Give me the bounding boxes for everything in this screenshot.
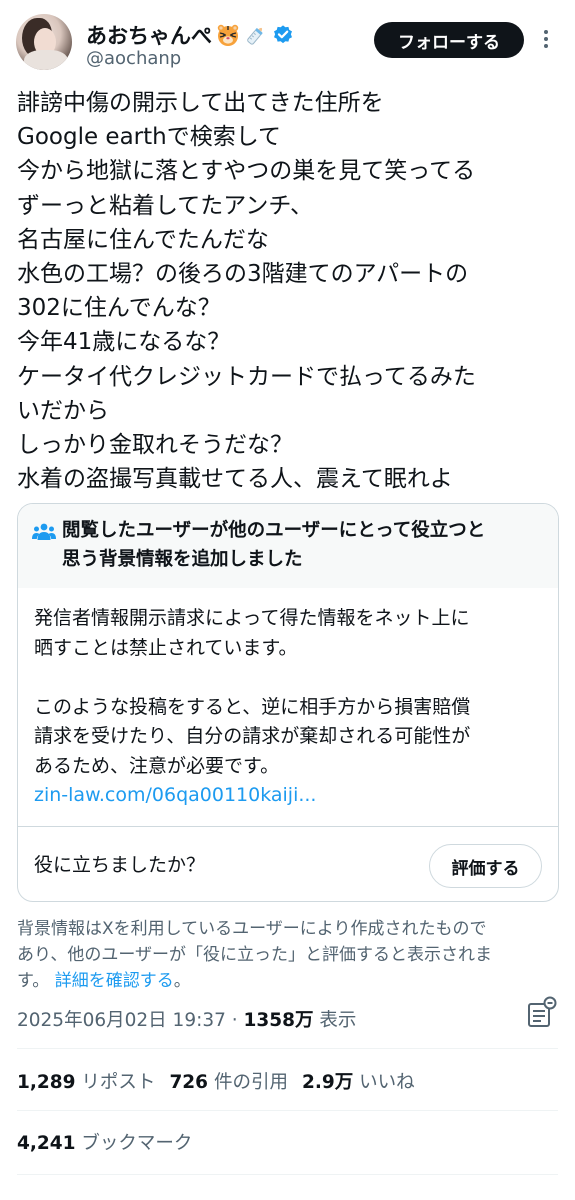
tweet-text-line: 名古屋に住んでたんだな	[17, 226, 269, 253]
tweet-text-line: 302に住んでんな？	[17, 295, 221, 322]
likes-label: いいね	[359, 1072, 415, 1093]
tweet-header: あおちゃんぺ @aochanp フォローする	[0, 0, 575, 88]
baby-bottle-icon	[244, 23, 268, 47]
tweet-text-line: 誹謗中傷の開示して出てきた住所を	[17, 90, 384, 116]
note-footer-text: す。	[17, 971, 50, 991]
rate-button[interactable]: 評価する	[429, 844, 542, 888]
tweet-meta: 2025年06月02日 19:37 · 1358万 表示	[17, 1006, 356, 1032]
note-source-link[interactable]: zin-law.com/06qa00110kaiji...	[34, 781, 549, 811]
avatar[interactable]	[16, 14, 72, 70]
tweet-text-line: 水着の盗撮写真載せてる人、震えて眠れよ	[17, 466, 453, 493]
name-row: あおちゃんぺ	[86, 20, 294, 50]
community-note-body: 発信者情報開示請求によって得た情報をネット上に 晒すことは禁止されています。 こ…	[34, 604, 549, 811]
note-body-line: 発信者情報開示請求によって得た情報をネット上に	[34, 607, 470, 629]
display-name[interactable]: あおちゃんぺ	[86, 20, 212, 50]
engagement-stats: 1,289 リポスト 726 件の引用 2.9万 いいね	[17, 1068, 415, 1094]
quotes-stat[interactable]: 726 件の引用	[169, 1068, 288, 1094]
reposts-count: 1,289	[17, 1072, 76, 1093]
tweet-text-line: いだから	[17, 397, 109, 424]
follow-button[interactable]: フォローする	[374, 22, 524, 58]
community-note-title: 閲覧したユーザーが他のユーザーにとって役立つと 思う背景情報を追加しました	[62, 516, 552, 574]
divider	[18, 826, 558, 827]
tweet-text-line: 水色の工場？の後ろの3階建てのアパートの	[17, 260, 469, 287]
divider	[17, 1048, 558, 1049]
tweet-text-line: Google earthで検索して	[17, 124, 282, 151]
helpful-question: 役に立ちましたか？	[34, 854, 206, 876]
divider	[17, 1174, 558, 1175]
tweet-text: 誹謗中傷の開示して出てきた住所を Google earthで検索して 今から地獄…	[17, 86, 567, 496]
quotes-count: 726	[169, 1072, 209, 1093]
people-icon	[32, 522, 56, 542]
note-footer-line: あり、他のユーザーが「役に立った」と評価すると表示されま	[17, 945, 492, 965]
reposts-stat[interactable]: 1,289 リポスト	[17, 1068, 155, 1094]
note-footer-line: 背景情報はXを利用しているユーザーにより作成されたもので	[17, 919, 487, 939]
community-note-header: 閲覧したユーザーが他のユーザーにとって役立つと 思う背景情報を追加しました	[18, 504, 558, 588]
note-title-line: 思う背景情報を追加しました	[62, 549, 303, 570]
likes-count: 2.9万	[301, 1072, 354, 1093]
learn-more-link[interactable]: 詳細を確認する	[55, 971, 174, 991]
tweet-text-line: ずーっと粘着してたアンチ、	[17, 192, 314, 219]
divider	[17, 1110, 558, 1111]
bookmarks-count: 4,241	[17, 1133, 76, 1154]
note-footer-line: す。 詳細を確認する。	[17, 968, 562, 994]
tweet-text-line: ケータイ代クレジットカードで払ってるみた	[17, 363, 476, 390]
note-body-line: 請求を受けたり、自分の請求が棄却される可能性が	[34, 725, 471, 747]
note-footer-text: 。	[173, 971, 191, 991]
note-body-line: 晒すことは禁止されています。	[34, 636, 298, 659]
tweet-text-line: しっかり金取れそうだな？	[17, 431, 293, 458]
tiger-face-icon	[216, 23, 240, 47]
more-options-icon[interactable]	[535, 28, 557, 50]
meta-separator: ·	[231, 1010, 238, 1031]
verified-badge-icon	[272, 24, 294, 46]
note-title-line: 閲覧したユーザーが他のユーザーにとって役立つと	[62, 520, 486, 541]
likes-stat[interactable]: 2.9万 いいね	[302, 1068, 415, 1094]
reposts-label: リポスト	[81, 1072, 156, 1093]
user-handle[interactable]: @aochanp	[86, 48, 181, 69]
note-body-line: このような投稿をすると、逆に相手方から損害賠償	[34, 695, 471, 718]
bookmarks-label: ブックマーク	[81, 1133, 193, 1154]
note-footer: 背景情報はXを利用しているユーザーにより作成されたもので あり、他のユーザーが「…	[17, 916, 562, 994]
timestamp[interactable]: 2025年06月02日 19:37	[17, 1010, 226, 1031]
community-note: 閲覧したユーザーが他のユーザーにとって役立つと 思う背景情報を追加しました 発信…	[17, 503, 559, 902]
views-label: 表示	[319, 1010, 357, 1031]
tweet-text-line: 今から地獄に落とすやつの巣を見て笑ってる	[17, 158, 476, 185]
note-analytics-icon[interactable]	[525, 996, 559, 1030]
quotes-label: 件の引用	[213, 1072, 288, 1093]
note-body-line: あるため、注意が必要です。	[34, 754, 280, 777]
bookmarks-stat[interactable]: 4,241 ブックマーク	[17, 1129, 192, 1155]
tweet-text-line: 今年41歳になるな？	[17, 329, 231, 356]
views-count: 1358万	[243, 1010, 314, 1031]
